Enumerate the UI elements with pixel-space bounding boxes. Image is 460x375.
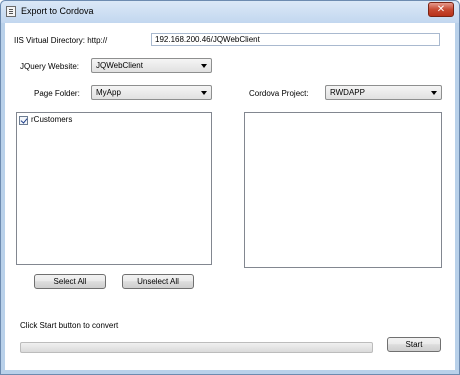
jquery-website-value: JQWebClient: [96, 61, 143, 70]
checkbox-checked[interactable]: [19, 116, 28, 125]
unselect-all-button[interactable]: Unselect All: [122, 274, 194, 289]
cordova-project-value: RWDAPP: [330, 88, 365, 97]
jquery-website-label: JQuery Website:: [20, 62, 79, 71]
dialog-body: IIS Virtual Directory: http:// 192.168.2…: [5, 23, 455, 370]
chevron-down-icon: [201, 91, 207, 95]
list-item-label: rCustomers: [31, 115, 73, 124]
cordova-project-label: Cordova Project:: [249, 89, 309, 98]
export-dialog: Export to Cordova ✕ IIS Virtual Director…: [0, 0, 460, 375]
progress-bar: [20, 342, 373, 353]
status-text: Click Start button to convert: [20, 321, 119, 330]
pages-checklist[interactable]: rCustomers: [16, 112, 212, 265]
page-folder-label: Page Folder:: [34, 89, 80, 98]
page-folder-value: MyApp: [96, 88, 121, 97]
cordova-files-list[interactable]: [244, 112, 442, 268]
app-icon: [6, 6, 16, 17]
jquery-website-dropdown[interactable]: JQWebClient: [91, 58, 212, 73]
close-icon: ✕: [436, 4, 446, 15]
title-bar: Export to Cordova ✕: [1, 1, 459, 23]
cordova-project-dropdown[interactable]: RWDAPP: [325, 85, 442, 100]
page-folder-dropdown[interactable]: MyApp: [91, 85, 212, 100]
iis-directory-label: IIS Virtual Directory: http://: [14, 36, 108, 45]
iis-directory-input[interactable]: 192.168.200.46/JQWebClient: [151, 33, 440, 46]
select-all-button[interactable]: Select All: [34, 274, 106, 289]
window-title: Export to Cordova: [21, 6, 94, 16]
start-button[interactable]: Start: [387, 337, 441, 352]
chevron-down-icon: [431, 91, 437, 95]
chevron-down-icon: [201, 64, 207, 68]
close-button[interactable]: ✕: [428, 2, 454, 17]
